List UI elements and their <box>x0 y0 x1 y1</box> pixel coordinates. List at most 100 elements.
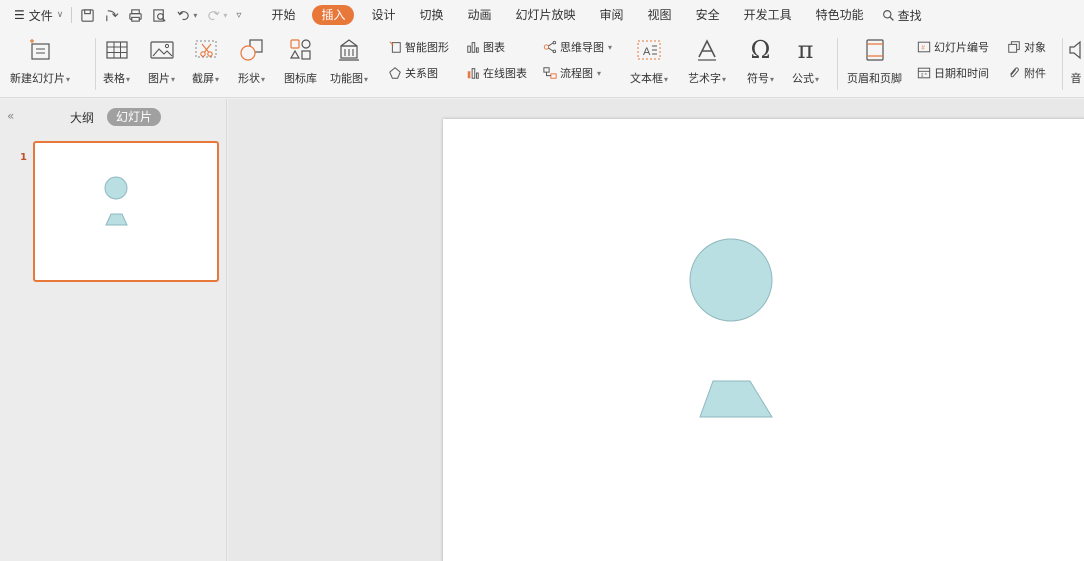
slide-number: 1 <box>20 152 27 163</box>
chart-button[interactable]: 图表 <box>466 38 505 56</box>
paperclip-icon <box>1010 67 1019 78</box>
divider <box>71 7 73 23</box>
tab-animation[interactable]: 动画 <box>456 5 504 25</box>
search-icon <box>882 9 894 21</box>
file-menu-label: 文件 <box>28 8 53 23</box>
divider <box>95 38 96 90</box>
tab-review[interactable]: 审阅 <box>588 5 636 25</box>
screenshot-label: 截屏 <box>192 72 214 85</box>
tab-security[interactable]: 安全 <box>684 5 732 25</box>
new-slide-label: 新建幻灯片 <box>10 72 65 85</box>
smart-art-button[interactable]: 智能图形 <box>388 38 449 56</box>
new-slide-button[interactable]: 新建幻灯片▾ <box>10 30 70 86</box>
save-icon[interactable] <box>80 8 95 23</box>
text-box-label: 文本框 <box>630 72 663 85</box>
tab-home[interactable]: 开始 <box>259 5 307 25</box>
mind-map-label: 思维导图 <box>560 41 604 54</box>
picture-button[interactable]: 图片▾ <box>148 30 175 86</box>
smart-art-label: 智能图形 <box>405 41 449 54</box>
relation-chart-button[interactable]: 关系图 <box>388 64 438 82</box>
tab-special[interactable]: 特色功能 <box>804 5 876 25</box>
slide-number-button[interactable]: # 幻灯片编号 <box>917 38 989 56</box>
flowchart-label: 流程图 <box>560 67 593 80</box>
slide-editor[interactable] <box>443 119 1084 561</box>
export-icon[interactable] <box>104 8 119 23</box>
search-label: 查找 <box>897 8 922 23</box>
divider <box>1062 38 1063 90</box>
print-icon[interactable] <box>128 8 143 23</box>
redo-dropdown-icon[interactable]: ▾ <box>223 11 227 20</box>
customize-toolbar-icon[interactable]: ▿ <box>236 10 241 21</box>
circle-shape[interactable] <box>689 238 773 322</box>
slide-canvas <box>228 99 1084 561</box>
formula-label: 公式 <box>792 72 814 85</box>
omega-icon: Ω <box>750 36 771 64</box>
slide-thumbnail[interactable] <box>33 141 219 282</box>
thumbnail-shapes <box>104 176 128 226</box>
word-art-label: 艺术字 <box>688 72 721 85</box>
online-chart-icon <box>467 68 479 79</box>
tab-slides[interactable]: 幻灯片 <box>107 108 162 126</box>
table-label: 表格 <box>103 72 125 85</box>
tab-outline[interactable]: 大纲 <box>70 109 94 126</box>
online-chart-button[interactable]: 在线图表 <box>466 64 527 82</box>
undo-icon[interactable] <box>176 8 191 23</box>
ribbon-tabs: 开始 插入 设计 切换 动画 幻灯片放映 审阅 视图 安全 开发工具 特色功能 … <box>259 0 922 30</box>
shape-label: 形状 <box>238 72 260 85</box>
undo-dropdown-icon[interactable]: ▾ <box>193 11 197 20</box>
audio-label: 音 <box>1070 72 1082 85</box>
screenshot-button[interactable]: 截屏▾ <box>192 30 219 86</box>
tab-insert[interactable]: 插入 <box>312 5 355 25</box>
icon-library-button[interactable]: 图标库 <box>284 30 317 86</box>
symbol-button[interactable]: Ω 符号▾ <box>747 30 774 86</box>
tab-design[interactable]: 设计 <box>359 5 407 25</box>
shape-icon <box>239 36 265 64</box>
relation-chart-icon <box>389 67 401 79</box>
icon-library-icon <box>289 36 313 64</box>
relation-chart-label: 关系图 <box>405 67 438 80</box>
formula-button[interactable]: π 公式▾ <box>792 30 819 86</box>
bar-chart-icon <box>467 42 479 53</box>
attachment-label: 附件 <box>1024 67 1046 80</box>
smart-art-icon <box>389 41 401 53</box>
table-icon <box>105 36 128 64</box>
header-footer-label: 页眉和页脚 <box>847 72 902 85</box>
date-time-label: 日期和时间 <box>934 67 989 80</box>
header-footer-button[interactable]: 页眉和页脚 <box>847 30 902 86</box>
tab-transition[interactable]: 切换 <box>407 5 455 25</box>
attachment-button[interactable]: 附件 <box>1007 64 1046 82</box>
scissors-icon <box>194 36 218 64</box>
shape-button[interactable]: 形状▾ <box>238 30 265 86</box>
picture-icon <box>149 36 174 64</box>
text-box-icon: A <box>636 36 662 64</box>
tab-developer[interactable]: 开发工具 <box>732 5 804 25</box>
function-chart-label: 功能图 <box>330 72 363 85</box>
tab-slideshow[interactable]: 幻灯片放映 <box>504 5 588 25</box>
audio-button[interactable]: 音 <box>1068 30 1084 86</box>
search-button[interactable]: 查找 <box>882 7 922 24</box>
trapezoid-shape[interactable] <box>699 380 773 418</box>
file-menu[interactable]: ☰ 文件 ∨ <box>0 0 63 30</box>
table-button[interactable]: 表格▾ <box>103 30 130 86</box>
function-chart-button[interactable]: 功能图▾ <box>330 30 368 86</box>
chevron-down-icon: ∨ <box>56 10 64 20</box>
tab-view[interactable]: 视图 <box>636 5 684 25</box>
speaker-icon <box>1068 36 1084 64</box>
date-time-button[interactable]: 日期和时间 <box>917 64 989 82</box>
mind-map-icon <box>543 40 557 54</box>
collapse-panel-icon[interactable]: « <box>7 109 14 123</box>
mind-map-button[interactable]: 思维导图 ▾ <box>543 38 612 56</box>
svg-text:A: A <box>643 46 651 58</box>
chart-label: 图表 <box>483 41 505 54</box>
symbol-label: 符号 <box>747 72 769 85</box>
print-preview-icon[interactable] <box>152 8 167 23</box>
quick-access-toolbar: ▾ ▾ ▿ <box>80 0 241 30</box>
object-button[interactable]: 对象 <box>1007 38 1046 56</box>
ribbon-toolbar: 新建幻灯片▾ 表格▾ 图片▾ 截屏▾ 形状▾ 图标库 功能图▾ 智能图形 关系图… <box>0 30 1084 98</box>
flowchart-button[interactable]: 流程图 ▾ <box>543 64 601 82</box>
text-box-button[interactable]: A 文本框▾ <box>630 30 668 86</box>
word-art-button[interactable]: 艺术字▾ <box>688 30 726 86</box>
header-footer-icon <box>864 36 886 64</box>
calendar-icon <box>917 67 931 79</box>
redo-icon[interactable] <box>206 8 221 23</box>
